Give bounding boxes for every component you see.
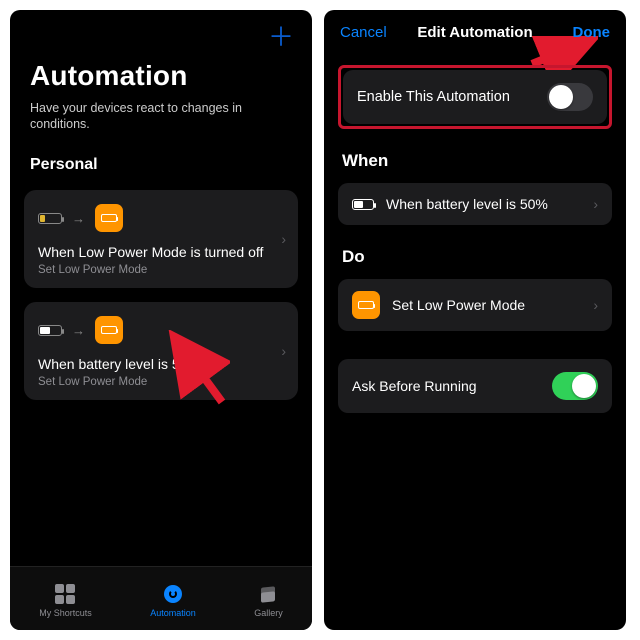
tab-label: My Shortcuts [39,608,92,618]
done-button[interactable]: Done [573,24,611,41]
tab-gallery[interactable]: Gallery [254,583,283,618]
battery-icon [352,199,374,210]
section-personal-header: Personal [10,138,312,182]
transition-arrow-icon: → [72,323,85,338]
when-label: When battery level is 50% [386,196,548,212]
automation-card-battery-50[interactable]: → When battery level is 50% Set Low Powe… [24,302,298,400]
ask-toggle[interactable] [552,372,598,400]
low-power-action-icon [95,316,123,344]
when-condition-row[interactable]: When battery level is 50% › [338,183,612,225]
tab-my-shortcuts[interactable]: My Shortcuts [39,583,92,618]
battery-half-icon [38,325,62,336]
automation-title: When battery level is 50% [38,356,284,372]
chevron-right-icon: › [593,297,598,313]
shortcuts-automation-screen: ＋ Automation Have your devices react to … [10,10,312,630]
automation-subtitle: Set Low Power Mode [38,376,284,388]
ask-label: Ask Before Running [352,378,477,394]
page-title: Automation [30,60,292,92]
enable-automation-row[interactable]: Enable This Automation [343,70,607,124]
edit-automation-screen: Cancel Edit Automation Done Enable This … [324,10,626,630]
chevron-right-icon: › [281,343,286,359]
automation-card-low-power-off[interactable]: → When Low Power Mode is turned off Set … [24,190,298,288]
low-power-action-icon [352,291,380,319]
chevron-right-icon: › [593,196,598,212]
tab-label: Automation [150,608,196,618]
highlight-box: Enable This Automation [338,65,612,129]
automation-title: When Low Power Mode is turned off [38,244,284,260]
enable-toggle[interactable] [547,83,593,111]
battery-low-icon [38,213,62,224]
page-subtitle: Have your devices react to changes in co… [30,100,270,132]
gallery-icon [257,583,279,605]
do-action-row[interactable]: Set Low Power Mode › [338,279,612,331]
tab-automation[interactable]: Automation [150,583,196,618]
do-label: Set Low Power Mode [392,297,525,313]
transition-arrow-icon: → [72,211,85,226]
ask-before-running-row[interactable]: Ask Before Running [338,359,612,413]
low-power-action-icon [95,204,123,232]
do-header: Do [324,225,626,275]
tab-label: Gallery [254,608,283,618]
when-header: When [324,129,626,179]
chevron-right-icon: › [281,231,286,247]
tab-bar: My Shortcuts Automation Gallery [10,566,312,630]
automation-subtitle: Set Low Power Mode [38,264,284,276]
grid-icon [54,583,76,605]
automation-icon [162,583,184,605]
enable-label: Enable This Automation [357,89,510,105]
